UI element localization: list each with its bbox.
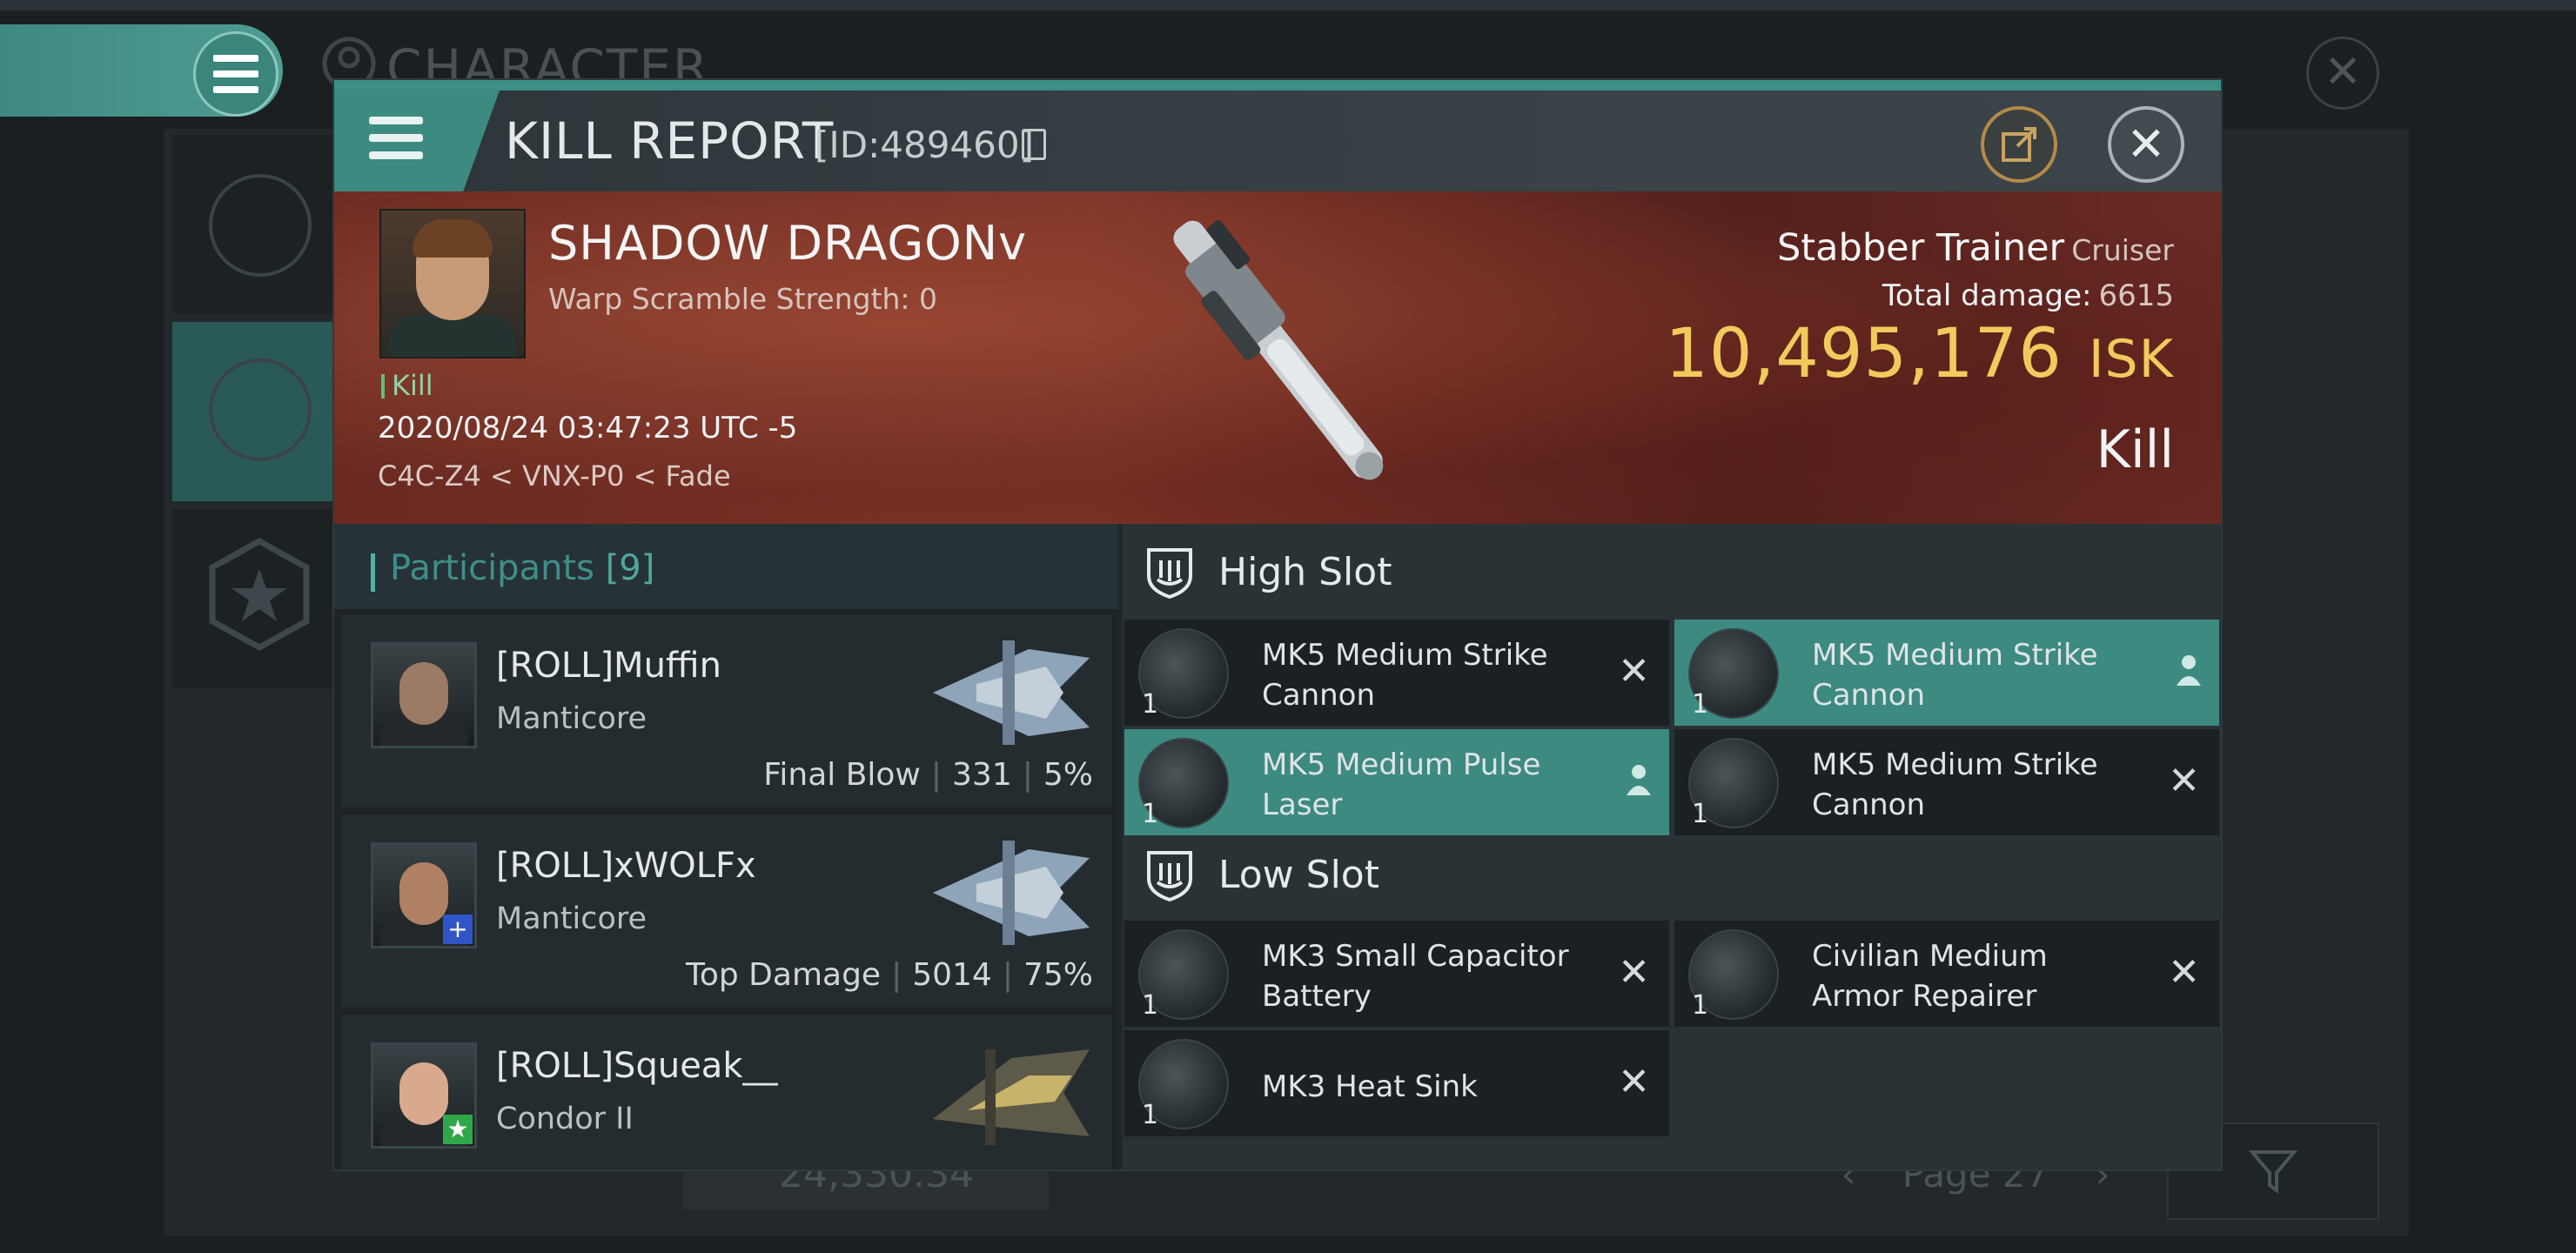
module-slot[interactable]: 1 MK5 Medium Strike Cannon ✕	[1674, 729, 2219, 835]
participant-damage: 5014	[912, 957, 992, 993]
participant-ship: Manticore	[496, 901, 647, 936]
participant-name: [ROLL]Muffin	[496, 646, 721, 686]
module-slot[interactable]: 1 MK5 Medium Strike Cannon	[1674, 620, 2219, 726]
total-damage: Total damage: 6615	[1882, 278, 2174, 313]
module-quantity: 1	[1142, 799, 1159, 829]
victim-banner: SHADOW DRAGONv Warp Scramble Strength: 0…	[334, 191, 2221, 524]
module-quantity: 1	[1142, 990, 1159, 1021]
report-id: [ID:489460]	[815, 124, 1034, 166]
module-quantity: 1	[1692, 689, 1709, 720]
destroyed-icon: ✕	[1618, 1060, 1650, 1104]
isk-unit: ISK	[2088, 329, 2174, 390]
warp-scramble-strength: Warp Scramble Strength: 0	[548, 282, 938, 316]
module-slot[interactable]: 1 MK3 Heat Sink ✕	[1124, 1030, 1669, 1136]
avatar	[371, 642, 477, 748]
participants-panel: Participants [9] [ROLL]Muffin Manticore …	[334, 524, 1117, 1169]
module-slot[interactable]: 1 MK5 Medium Pulse Laser	[1124, 729, 1669, 835]
destroyed-icon: ✕	[1618, 950, 1650, 995]
destroyed-icon: ✕	[2168, 950, 2200, 995]
kill-result: Kill	[2096, 419, 2174, 480]
high-slot-label: High Slot	[1218, 550, 1392, 594]
participant-row[interactable]: + [ROLL]xWOLFx Manticore Top Damage | 5014…	[341, 814, 1112, 1008]
person-icon	[1627, 765, 1651, 795]
shield-slot-icon	[1147, 851, 1192, 901]
module-slot[interactable]: 1 MK3 Small Capacitor Battery ✕	[1124, 921, 1669, 1027]
menu-icon	[213, 55, 258, 93]
kill-report-modal: KILL REPORT [ID:489460] ✕ SHADOW DRAGONv…	[334, 80, 2221, 1169]
module-name: MK3 Small Capacitor Battery	[1262, 939, 1569, 1014]
background-close-button[interactable]: ✕	[2306, 37, 2379, 110]
participant-ship: Manticore	[496, 701, 647, 736]
module-quantity: 1	[1142, 689, 1159, 720]
module-quantity: 1	[1142, 1100, 1159, 1130]
share-icon	[2002, 127, 2036, 162]
module-name: MK5 Medium Strike Cannon	[1262, 638, 1548, 713]
participant-ship-image	[933, 841, 1090, 945]
star-hexagon-icon	[209, 538, 310, 651]
participant-name: [ROLL]Squeak__	[496, 1046, 778, 1086]
isk-value: 10,495,176 ISK	[1665, 315, 2174, 393]
participant-ship-image	[933, 640, 1090, 745]
victim-portrait[interactable]	[379, 209, 526, 358]
high-slot-header: High Slot	[1123, 524, 2221, 620]
close-button[interactable]: ✕	[2108, 106, 2184, 183]
module-slot[interactable]: 1 Civilian Medium Armor Repairer ✕	[1674, 921, 2219, 1027]
destroyed-icon: ✕	[2168, 759, 2200, 803]
ship-class: Cruiser	[2071, 233, 2174, 267]
participants-header[interactable]: Participants [9]	[334, 524, 1117, 609]
participant-row[interactable]: [ROLL]Muffin Manticore Final Blow | 331 | 5%	[341, 614, 1112, 807]
list-icon	[209, 174, 312, 277]
avatar: ★	[371, 1042, 477, 1149]
copy-icon[interactable]	[1022, 129, 1046, 160]
plus-badge-icon: +	[443, 915, 473, 944]
participant-percent: 75%	[1023, 957, 1093, 993]
participant-row[interactable]: ★ [ROLL]Squeak__ Condor II	[341, 1015, 1112, 1169]
destroyed-icon: ✕	[1618, 649, 1650, 694]
close-icon: ✕	[2126, 117, 2166, 171]
share-button[interactable]	[1981, 106, 2057, 183]
participants-count: [9]	[605, 548, 655, 588]
participant-ship-image	[933, 1049, 1090, 1145]
kill-location: C4C-Z4 < VNX-P0 < Fade	[378, 459, 731, 492]
shield-slot-icon	[1147, 548, 1192, 599]
participant-percent: 5%	[1043, 757, 1093, 793]
avatar: +	[371, 842, 477, 948]
low-slot-label: Low Slot	[1218, 853, 1379, 897]
scroll-fade	[1123, 1150, 2221, 1169]
menu-icon	[369, 117, 423, 160]
fitting-panel: High Slot 1 MK5 Medium Strike Cannon ✕ 1…	[1123, 524, 2221, 1169]
module-quantity: 1	[1692, 990, 1709, 1021]
participants-title: Participants [9]	[390, 548, 655, 588]
participant-name: [ROLL]xWOLFx	[496, 846, 756, 886]
main-menu-button[interactable]	[193, 31, 278, 117]
victim-name[interactable]: SHADOW DRAGONv	[548, 216, 1027, 271]
module-name: Civilian Medium Armor Repairer	[1812, 939, 2048, 1014]
module-quantity: 1	[1692, 799, 1709, 829]
kill-tag: Kill	[381, 369, 433, 402]
participant-damage: 331	[952, 757, 1012, 793]
star-badge-icon: ★	[443, 1115, 473, 1144]
top-strip	[0, 0, 2576, 10]
total-damage-value: 6615	[2098, 278, 2174, 313]
module-name: MK5 Medium Strike Cannon	[1812, 638, 2098, 713]
module-slot[interactable]: 1 MK5 Medium Strike Cannon ✕	[1124, 620, 1669, 726]
modal-accent-bar	[334, 80, 2221, 90]
modal-title: KILL REPORT	[505, 111, 835, 171]
participant-stats: Final Blow | 331 | 5%	[763, 757, 1093, 793]
module-name: MK3 Heat Sink	[1262, 1069, 1478, 1104]
participant-stats: Top Damage | 5014 | 75%	[685, 957, 1093, 993]
module-name: MK5 Medium Strike Cannon	[1812, 747, 2098, 822]
crossed-swords-icon	[209, 358, 312, 461]
participant-ship: Condor II	[496, 1102, 634, 1136]
person-icon	[2177, 655, 2201, 686]
low-slot-header: Low Slot	[1123, 827, 2221, 922]
victim-ship-image	[1173, 220, 1384, 480]
module-name: MK5 Medium Pulse Laser	[1262, 747, 1541, 822]
kill-datetime: 2020/08/24 03:47:23 UTC -5	[378, 411, 798, 446]
ship-name[interactable]: Stabber Trainer Cruiser	[1777, 226, 2174, 270]
filter-icon	[2249, 1150, 2298, 1194]
